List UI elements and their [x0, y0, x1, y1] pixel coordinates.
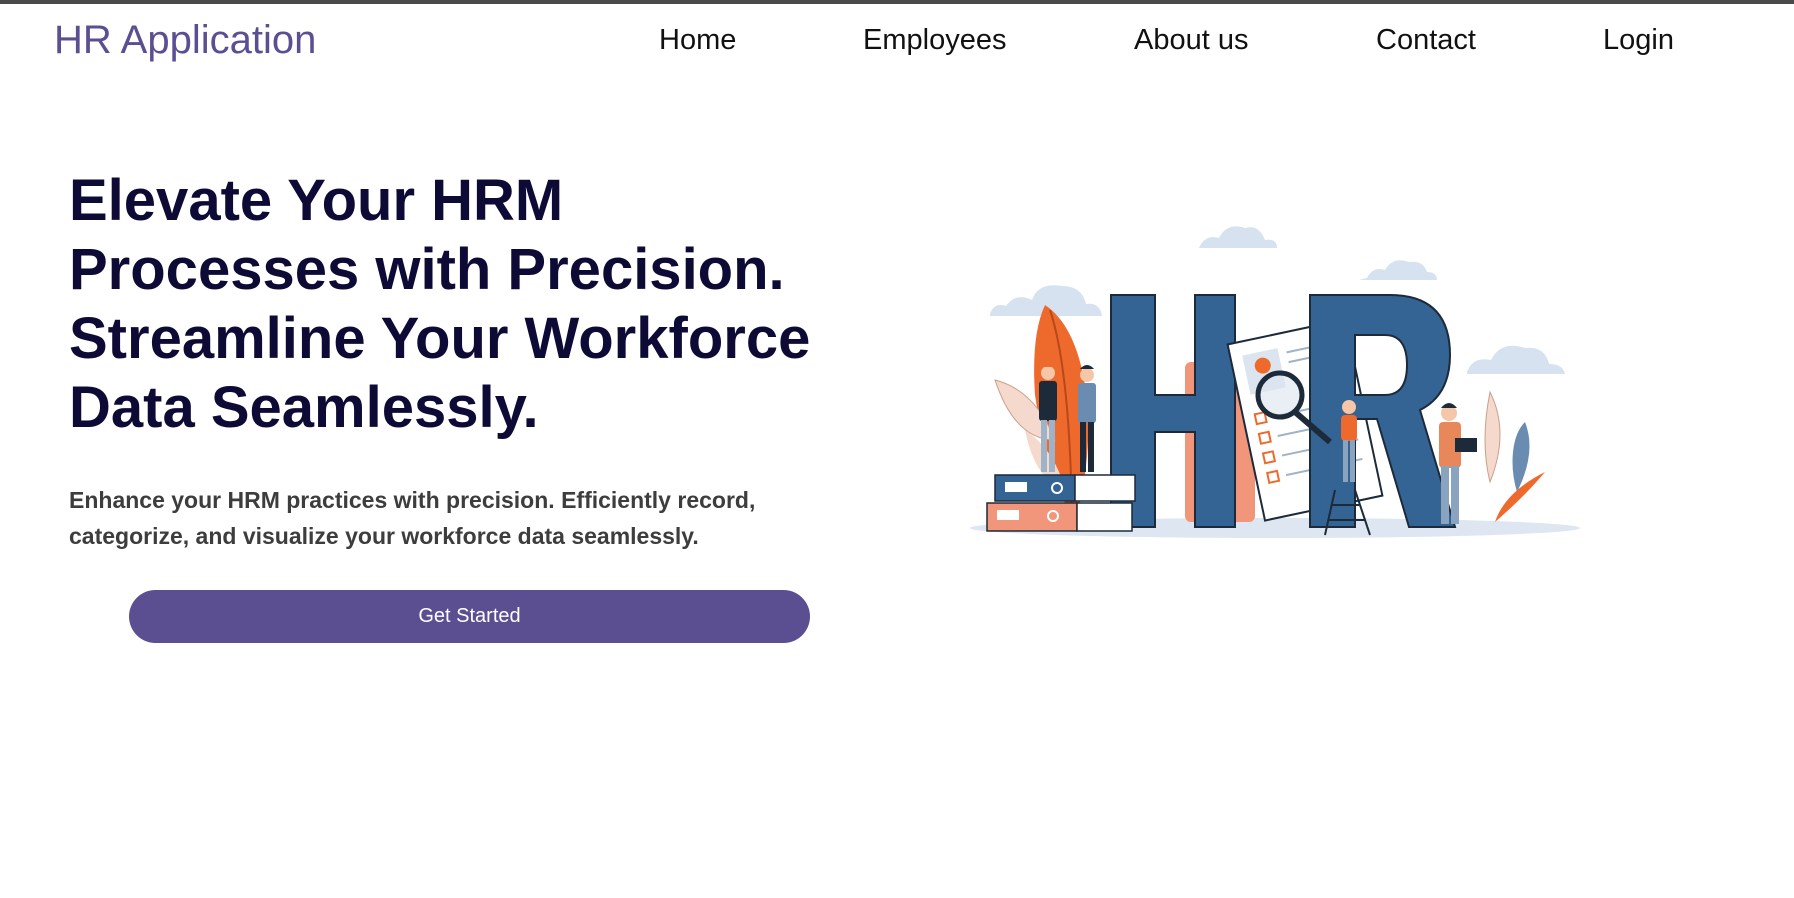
hero-subtitle: Enhance your HRM practices with precisio… — [69, 482, 829, 554]
nav-employees[interactable]: Employees — [863, 24, 1006, 57]
nav-contact[interactable]: Contact — [1376, 24, 1476, 57]
top-border — [0, 0, 1794, 4]
nav-about-us[interactable]: About us — [1134, 24, 1248, 57]
nav-login[interactable]: Login — [1603, 24, 1674, 57]
hero-subtitle-line: categorize, and visualize your workforce… — [69, 523, 699, 549]
hero-title-line: Data Seamlessly. — [69, 375, 539, 440]
get-started-button[interactable]: Get Started — [129, 590, 810, 643]
hero-title: Elevate Your HRM Processes with Precisio… — [69, 166, 869, 442]
hero-subtitle-line: Enhance your HRM practices with precisio… — [69, 487, 756, 513]
brand-logo[interactable]: HR Application — [54, 18, 316, 63]
nav-home[interactable]: Home — [659, 24, 736, 57]
hero-title-line: Streamline Your Workforce — [69, 306, 811, 371]
hero-title-line: Processes with Precision. — [69, 237, 785, 302]
hero-title-line: Elevate Your HRM — [69, 168, 564, 233]
hr-illustration — [970, 226, 1580, 538]
